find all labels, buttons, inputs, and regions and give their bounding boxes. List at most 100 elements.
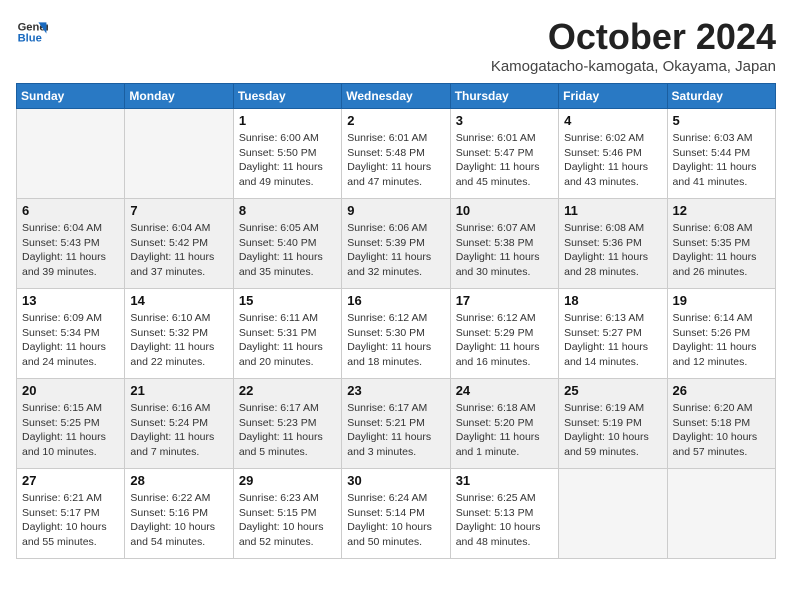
title-block: October 2024 Kamogatacho-kamogata, Okaya… [491,16,776,75]
calendar-cell: 7Sunrise: 6:04 AMSunset: 5:42 PMDaylight… [125,199,233,289]
day-info: Sunrise: 6:21 AMSunset: 5:17 PMDaylight:… [22,491,119,550]
day-number: 21 [130,383,227,398]
location: Kamogatacho-kamogata, Okayama, Japan [491,58,776,75]
day-info: Sunrise: 6:24 AMSunset: 5:14 PMDaylight:… [347,491,444,550]
day-number: 14 [130,293,227,308]
day-number: 7 [130,203,227,218]
logo: General Blue [16,16,48,48]
day-number: 20 [22,383,119,398]
day-number: 18 [564,293,661,308]
calendar-cell [125,109,233,199]
calendar-week-row: 13Sunrise: 6:09 AMSunset: 5:34 PMDayligh… [17,289,776,379]
day-info: Sunrise: 6:07 AMSunset: 5:38 PMDaylight:… [456,221,553,280]
calendar-cell: 13Sunrise: 6:09 AMSunset: 5:34 PMDayligh… [17,289,125,379]
calendar-cell: 21 Sunrise: 6:16 AMSunset: 5:24 PMDayligh… [125,379,233,469]
day-info: Sunrise: 6:01 AMSunset: 5:47 PMDaylight:… [456,131,553,190]
day-info: Sunrise: 6:12 AMSunset: 5:30 PMDaylight:… [347,311,444,370]
day-number: 6 [22,203,119,218]
day-info: Sunrise: 6:04 AMSunset: 5:43 PMDaylight:… [22,221,119,280]
calendar-cell: 14 Sunrise: 6:10 AMSunset: 5:32 PMDayligh… [125,289,233,379]
day-info: Sunrise: 6:17 AMSunset: 5:23 PMDaylight:… [239,401,336,460]
day-number: 27 [22,473,119,488]
day-info: Sunrise: 6:05 AMSunset: 5:40 PMDaylight:… [239,221,336,280]
day-info: Sunrise: 6:03 AMSunset: 5:44 PMDaylight:… [673,131,770,190]
day-number: 8 [239,203,336,218]
day-info: Sunrise: 6:01 AMSunset: 5:48 PMDaylight:… [347,131,444,190]
day-info: Sunrise: 6:18 AMSunset: 5:20 PMDaylight:… [456,401,553,460]
logo-icon: General Blue [16,16,48,48]
day-number: 19 [673,293,770,308]
calendar-cell: 19 Sunrise: 6:14 AMSunset: 5:26 PMDayligh… [667,289,775,379]
day-info: Sunrise: 6:13 AMSunset: 5:27 PMDaylight:… [564,311,661,370]
day-number: 16 [347,293,444,308]
calendar-table: SundayMondayTuesdayWednesdayThursdayFrid… [16,83,776,559]
day-number: 23 [347,383,444,398]
calendar-cell: 31 Sunrise: 6:25 AMSunset: 5:13 PMDayligh… [450,469,558,559]
calendar-cell: 3 Sunrise: 6:01 AMSunset: 5:47 PMDaylight… [450,109,558,199]
day-number: 11 [564,203,661,218]
calendar-cell: 11 Sunrise: 6:08 AMSunset: 5:36 PMDayligh… [559,199,667,289]
calendar-cell: 25Sunrise: 6:19 AMSunset: 5:19 PMDayligh… [559,379,667,469]
day-number: 15 [239,293,336,308]
day-number: 4 [564,113,661,128]
day-number: 12 [673,203,770,218]
day-number: 3 [456,113,553,128]
calendar-cell: 30 Sunrise: 6:24 AMSunset: 5:14 PMDayligh… [342,469,450,559]
weekday-header-thursday: Thursday [450,84,558,109]
day-number: 29 [239,473,336,488]
weekday-header-sunday: Sunday [17,84,125,109]
month-title: October 2024 [491,16,776,58]
day-info: Sunrise: 6:11 AMSunset: 5:31 PMDaylight:… [239,311,336,370]
calendar-week-row: 27 Sunrise: 6:21 AMSunset: 5:17 PMDayligh… [17,469,776,559]
calendar-cell [667,469,775,559]
day-info: Sunrise: 6:17 AMSunset: 5:21 PMDaylight:… [347,401,444,460]
calendar-cell: 22 Sunrise: 6:17 AMSunset: 5:23 PMDayligh… [233,379,341,469]
day-info: Sunrise: 6:19 AMSunset: 5:19 PMDaylight:… [564,401,661,460]
day-number: 2 [347,113,444,128]
day-info: Sunrise: 6:08 AMSunset: 5:35 PMDaylight:… [673,221,770,280]
day-info: Sunrise: 6:12 AMSunset: 5:29 PMDaylight:… [456,311,553,370]
day-number: 31 [456,473,553,488]
calendar-cell: 4 Sunrise: 6:02 AMSunset: 5:46 PMDaylight… [559,109,667,199]
calendar-cell: 8 Sunrise: 6:05 AMSunset: 5:40 PMDaylight… [233,199,341,289]
calendar-cell: 2 Sunrise: 6:01 AMSunset: 5:48 PMDaylight… [342,109,450,199]
weekday-header-tuesday: Tuesday [233,84,341,109]
day-info: Sunrise: 6:23 AMSunset: 5:15 PMDaylight:… [239,491,336,550]
day-info: Sunrise: 6:14 AMSunset: 5:26 PMDaylight:… [673,311,770,370]
day-info: Sunrise: 6:25 AMSunset: 5:13 PMDaylight:… [456,491,553,550]
calendar-cell: 5 Sunrise: 6:03 AMSunset: 5:44 PMDaylight… [667,109,775,199]
calendar-cell: 26Sunrise: 6:20 AMSunset: 5:18 PMDayligh… [667,379,775,469]
weekday-header-wednesday: Wednesday [342,84,450,109]
calendar-cell: 17 Sunrise: 6:12 AMSunset: 5:29 PMDayligh… [450,289,558,379]
calendar-cell: 9 Sunrise: 6:06 AMSunset: 5:39 PMDaylight… [342,199,450,289]
calendar-cell [17,109,125,199]
day-info: Sunrise: 6:09 AMSunset: 5:34 PMDaylight:… [22,311,119,370]
day-info: Sunrise: 6:10 AMSunset: 5:32 PMDaylight:… [130,311,227,370]
day-info: Sunrise: 6:02 AMSunset: 5:46 PMDaylight:… [564,131,661,190]
calendar-cell: 6 Sunrise: 6:04 AMSunset: 5:43 PMDaylight… [17,199,125,289]
calendar-cell: 15 Sunrise: 6:11 AMSunset: 5:31 PMDayligh… [233,289,341,379]
day-info: Sunrise: 6:16 AMSunset: 5:24 PMDaylight:… [130,401,227,460]
day-number: 9 [347,203,444,218]
day-number: 17 [456,293,553,308]
day-info: Sunrise: 6:08 AMSunset: 5:36 PMDaylight:… [564,221,661,280]
weekday-header-row: SundayMondayTuesdayWednesdayThursdayFrid… [17,84,776,109]
calendar-cell: 1Sunrise: 6:00 AMSunset: 5:50 PMDaylight… [233,109,341,199]
calendar-week-row: 20Sunrise: 6:15 AMSunset: 5:25 PMDayligh… [17,379,776,469]
weekday-header-saturday: Saturday [667,84,775,109]
calendar-cell: 29 Sunrise: 6:23 AMSunset: 5:15 PMDayligh… [233,469,341,559]
calendar-cell: 12 Sunrise: 6:08 AMSunset: 5:35 PMDayligh… [667,199,775,289]
day-info: Sunrise: 6:22 AMSunset: 5:16 PMDaylight:… [130,491,227,550]
calendar-week-row: 6 Sunrise: 6:04 AMSunset: 5:43 PMDaylight… [17,199,776,289]
day-number: 22 [239,383,336,398]
calendar-cell: 20Sunrise: 6:15 AMSunset: 5:25 PMDayligh… [17,379,125,469]
day-number: 28 [130,473,227,488]
weekday-header-friday: Friday [559,84,667,109]
calendar-cell: 10Sunrise: 6:07 AMSunset: 5:38 PMDayligh… [450,199,558,289]
day-number: 24 [456,383,553,398]
day-info: Sunrise: 6:06 AMSunset: 5:39 PMDaylight:… [347,221,444,280]
day-number: 5 [673,113,770,128]
calendar-cell: 18 Sunrise: 6:13 AMSunset: 5:27 PMDayligh… [559,289,667,379]
weekday-header-monday: Monday [125,84,233,109]
day-number: 30 [347,473,444,488]
